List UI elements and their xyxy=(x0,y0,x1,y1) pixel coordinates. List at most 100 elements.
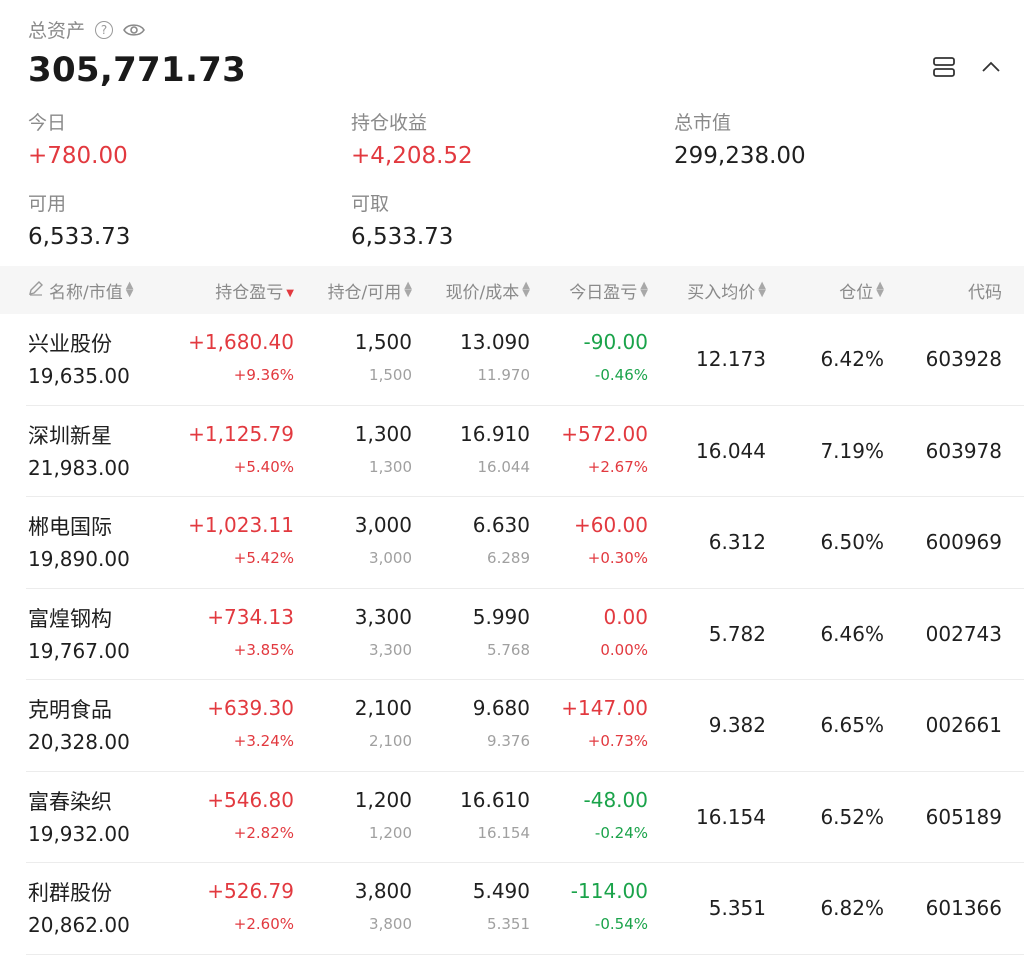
sort-icon: ▲ ▼ xyxy=(758,280,766,299)
holding-row[interactable]: 利群股份 20,862.00 +526.79 +2.60% 3,800 3,80… xyxy=(0,863,1024,955)
holding-pl-amount: +1,125.79 xyxy=(188,421,294,446)
holding-pl-stat: 持仓收益 +4,208.52 xyxy=(351,108,473,169)
available-stat: 可用 6,533.73 xyxy=(28,189,130,250)
holding-pl-label: 持仓收益 xyxy=(351,112,428,134)
holding-row[interactable]: 克明食品 20,328.00 +639.30 +3.24% 2,100 2,10… xyxy=(0,680,1024,772)
available-label: 可用 xyxy=(28,193,67,215)
cost-price: 11.970 xyxy=(477,366,531,384)
layout-list-icon[interactable] xyxy=(932,56,956,78)
column-header-name-label: 名称/市值 xyxy=(49,282,123,303)
avg-buy-price: 12.173 xyxy=(696,347,766,371)
row-divider xyxy=(26,953,1024,955)
withdrawable-label: 可取 xyxy=(351,193,390,215)
position-weight: 6.50% xyxy=(820,530,884,554)
stock-name: 富煌钢构 xyxy=(28,606,112,631)
today-pl-amount: -114.00 xyxy=(570,879,648,903)
holding-pl-amount: +734.13 xyxy=(207,604,294,629)
today-pl-value: +780.00 xyxy=(28,143,128,169)
column-header-name[interactable]: 名称/市值 ▲ ▼ xyxy=(28,266,133,314)
current-price: 5.490 xyxy=(472,879,530,903)
stock-market-value: 20,862.00 xyxy=(28,913,130,937)
available-quantity: 3,300 xyxy=(369,640,412,659)
holding-row[interactable]: 富煌钢构 19,767.00 +734.13 +3.85% 3,300 3,30… xyxy=(0,589,1024,680)
column-header-code-label: 代码 xyxy=(968,282,1002,303)
today-pl-percent: +2.67% xyxy=(587,457,648,476)
position-weight: 6.52% xyxy=(820,804,884,829)
sort-desc-active-icon: ▼ xyxy=(286,288,294,299)
holding-quantity: 1,200 xyxy=(354,787,412,812)
avg-buy-price: 16.044 xyxy=(696,438,766,463)
position-weight: 6.65% xyxy=(820,713,884,737)
column-header-avg-buy-label: 买入均价 xyxy=(687,282,756,303)
column-header-avg-buy[interactable]: 买入均价 ▲ ▼ xyxy=(687,266,766,314)
today-pl-amount: +572.00 xyxy=(561,421,648,446)
holding-pl-amount: +526.79 xyxy=(207,879,294,903)
column-header-today-pl-label: 今日盈亏 xyxy=(569,282,638,303)
cost-price: 9.376 xyxy=(487,732,530,750)
column-header-holding-pl[interactable]: 持仓盈亏 ▼ xyxy=(215,266,294,314)
sort-icon: ▲ ▼ xyxy=(404,280,412,299)
holding-pl-percent: +5.40% xyxy=(233,457,294,476)
today-pl-amount: 0.00 xyxy=(603,604,648,629)
column-header-position[interactable]: 持仓/可用 ▲ ▼ xyxy=(328,266,412,314)
stock-code: 002743 xyxy=(925,621,1002,646)
stock-market-value: 21,983.00 xyxy=(28,455,130,480)
holding-row[interactable]: 深圳新星 21,983.00 +1,125.79 +5.40% 1,300 1,… xyxy=(0,406,1024,497)
available-quantity: 2,100 xyxy=(369,732,412,750)
stock-name: 克明食品 xyxy=(28,698,112,722)
withdrawable-stat: 可取 6,533.73 xyxy=(351,189,453,250)
holding-pl-amount: +1,023.11 xyxy=(188,513,294,537)
holding-row[interactable]: 富春染织 19,932.00 +546.80 +2.82% 1,200 1,20… xyxy=(0,772,1024,863)
total-assets-value: 305,771.73 xyxy=(28,50,247,90)
today-pl-amount: +147.00 xyxy=(561,696,648,720)
holding-quantity: 2,100 xyxy=(354,696,412,720)
position-weight: 6.46% xyxy=(820,621,884,646)
holding-pl-percent: +5.42% xyxy=(233,549,294,567)
column-header-weight[interactable]: 仓位 ▲ ▼ xyxy=(839,266,884,314)
sort-icon: ▲ ▼ xyxy=(125,280,134,299)
market-value-label: 总市值 xyxy=(674,112,732,134)
holding-pl-value: +4,208.52 xyxy=(351,143,473,169)
current-price: 16.910 xyxy=(460,421,530,446)
today-pl-percent: +0.73% xyxy=(587,732,648,750)
available-value: 6,533.73 xyxy=(28,224,131,250)
today-pl-percent: -0.46% xyxy=(594,366,648,384)
current-price: 13.090 xyxy=(460,330,530,354)
total-assets-label: 总资产 xyxy=(28,20,86,42)
total-assets-label-row: 总资产 ? xyxy=(28,16,145,43)
holding-row[interactable]: 兴业股份 19,635.00 +1,680.40 +9.36% 1,500 1,… xyxy=(0,314,1024,406)
stock-code: 605189 xyxy=(925,804,1002,829)
available-quantity: 3,000 xyxy=(369,549,412,567)
holding-quantity: 3,000 xyxy=(354,513,412,537)
stock-code: 603978 xyxy=(925,438,1002,463)
avg-buy-price: 16.154 xyxy=(696,804,766,829)
eye-icon[interactable] xyxy=(123,22,145,38)
current-price: 9.680 xyxy=(472,696,530,720)
sort-icon: ▲ ▼ xyxy=(522,280,530,299)
column-header-price[interactable]: 现价/成本 ▲ ▼ xyxy=(446,266,530,314)
stock-code: 002661 xyxy=(925,713,1002,737)
pencil-icon[interactable] xyxy=(28,280,44,301)
holding-pl-amount: +1,680.40 xyxy=(188,330,294,354)
chevron-up-icon[interactable] xyxy=(980,56,1002,78)
holding-quantity: 3,300 xyxy=(354,604,412,629)
market-value-stat: 总市值 299,238.00 xyxy=(674,108,806,169)
column-header-today-pl[interactable]: 今日盈亏 ▲ ▼ xyxy=(569,266,648,314)
position-weight: 6.42% xyxy=(820,347,884,371)
holding-pl-amount: +639.30 xyxy=(207,696,294,720)
stock-name: 郴电国际 xyxy=(28,515,112,539)
column-header-code: 代码 xyxy=(968,266,1002,314)
holding-pl-percent: +9.36% xyxy=(233,366,294,384)
help-icon[interactable]: ? xyxy=(95,20,114,39)
holding-row[interactable]: 郴电国际 19,890.00 +1,023.11 +5.42% 3,000 3,… xyxy=(0,497,1024,589)
cost-price: 16.044 xyxy=(477,457,531,476)
cost-price: 6.289 xyxy=(487,549,530,567)
holding-pl-amount: +546.80 xyxy=(207,787,294,812)
stock-code: 600969 xyxy=(925,530,1002,554)
stock-market-value: 19,767.00 xyxy=(28,638,130,663)
cost-price: 16.154 xyxy=(477,823,531,842)
cost-price: 5.351 xyxy=(487,915,530,933)
today-pl-amount: -90.00 xyxy=(583,330,648,354)
column-header-holding-pl-label: 持仓盈亏 xyxy=(215,282,284,303)
holding-quantity: 1,300 xyxy=(354,421,412,446)
